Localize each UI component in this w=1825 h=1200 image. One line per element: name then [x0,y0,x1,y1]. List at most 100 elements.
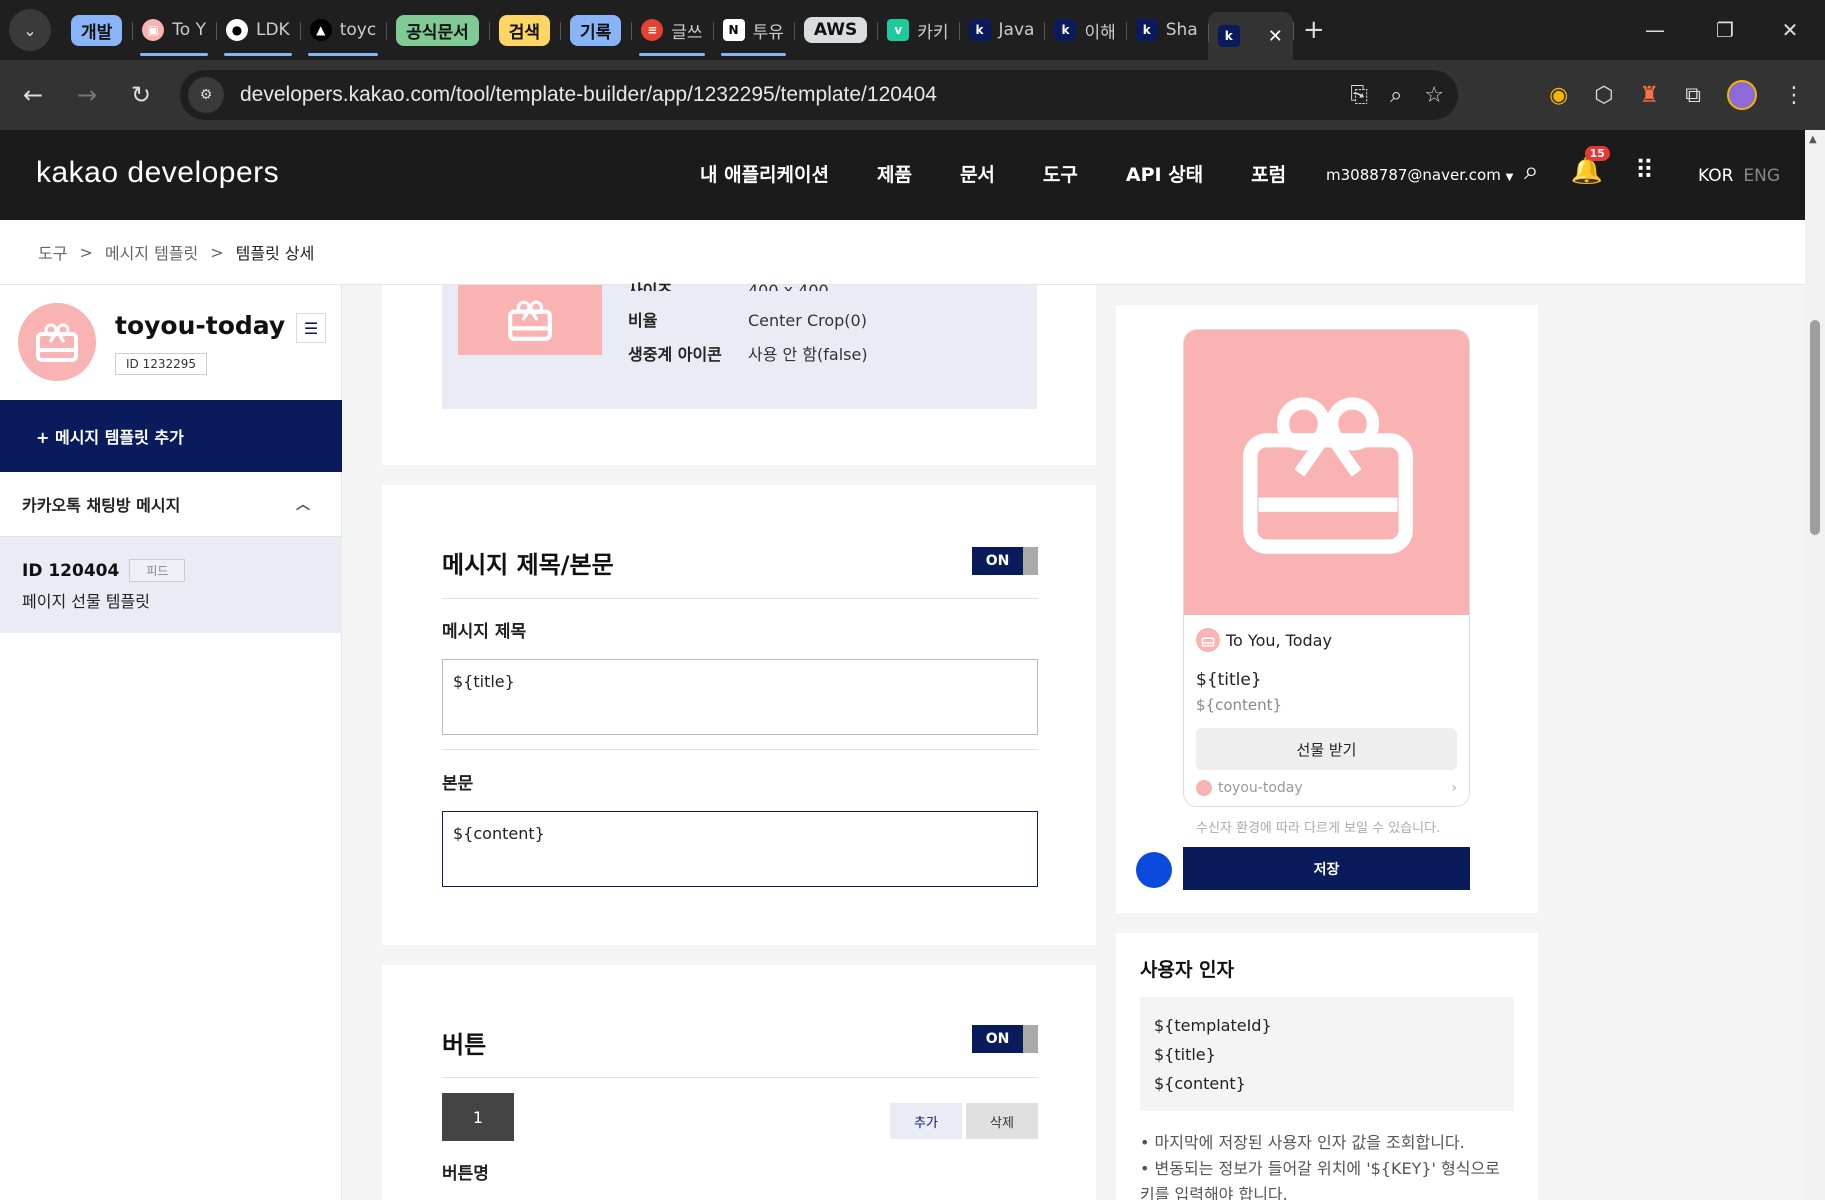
info-row-ratio: 비율 Center Crop(0) [628,311,867,330]
tab-strip: 개발 ▣ To Y ● LDK ▲ toyc 공식문서 검색 기록 ≡ 글쓰 N 투유 A… [61,0,1335,60]
sidebar: toyou-today ID 1232295 ☰ + 메시지 템플릿 추가 카카… [0,285,342,1200]
scroll-up-icon[interactable]: ▲ [1809,134,1817,145]
k-icon: k [1054,19,1077,41]
button-tab-1[interactable]: 1 [442,1093,514,1141]
restore-icon[interactable]: ❐ [1690,0,1760,60]
reload-icon[interactable]: ↻ [114,81,168,109]
lang-eng[interactable]: ENG [1743,166,1780,186]
tab-ldk[interactable]: ● LDK [215,10,300,56]
nav-docs[interactable]: 문서 [960,160,995,187]
new-tab-icon[interactable]: + [1292,10,1335,50]
breadcrumb: 도구 > 메시지 템플릿 > 템플릿 상세 [0,220,1805,285]
back-icon[interactable]: ← [6,81,60,109]
bookmark-star-icon[interactable]: ☆ [1424,83,1444,108]
user-arguments-title: 사용자 인자 [1140,959,1235,981]
lang-kor[interactable]: KOR [1698,166,1733,186]
preview-content: ${content} [1196,696,1283,714]
tab-group-aws[interactable]: AWS [793,10,877,50]
template-type-tag: 피드 [129,559,186,582]
tab-active[interactable]: k ✕ [1207,12,1293,60]
tab-group-records[interactable]: 기록 [560,10,631,50]
nav-forum[interactable]: 포럼 [1251,160,1286,187]
search-icon[interactable]: ⌕ [1524,156,1539,187]
app-mini-avatar [1196,780,1212,796]
tab-notion[interactable]: N 투유 [712,10,794,56]
translate-icon[interactable]: ⎘ [1350,83,1368,108]
chevron-right-icon: › [1451,780,1457,796]
tab-group-docs[interactable]: 공식문서 [386,10,489,50]
message-toggle[interactable]: ON [972,547,1038,575]
tab-kaki[interactable]: v 카키 [877,10,958,50]
gift-icon [508,300,552,341]
preview-footer[interactable]: toyou-today › [1196,780,1457,796]
category-kakaotalk-chat[interactable]: 카카오톡 채팅방 메시지 ︿ [0,472,342,537]
message-title-label: 메시지 제목 [442,622,527,642]
template-name: 페이지 선물 템플릿 [22,592,150,611]
bell-icon[interactable]: 🔔 15 [1571,146,1610,187]
omnibox[interactable]: ⚙ developers.kakao.com/tool/template-bui… [180,70,1458,120]
profile-avatar[interactable] [1727,80,1757,110]
color-picker-extension-icon[interactable]: ◉ [1549,83,1568,108]
vercel-icon: ▲ [309,19,332,41]
k-icon: k [1135,19,1158,41]
forward-icon[interactable]: → [60,81,114,109]
site-settings-icon[interactable]: ⚙ [188,77,224,113]
add-button[interactable]: 추가 [890,1103,962,1139]
tab-java[interactable]: k Java [958,10,1045,50]
nav-products[interactable]: 제품 [877,160,912,187]
argument-note: 키를 입력해야 합니다. [1140,1185,1288,1200]
close-tab-icon[interactable]: ✕ [1268,26,1283,47]
github-icon: ● [225,19,248,41]
k-icon: k [1217,25,1240,47]
nav-api-status[interactable]: API 상태 [1126,160,1203,187]
tab-sha[interactable]: k Sha [1125,10,1208,50]
preview-title: ${title} [1196,670,1262,690]
message-title-input[interactable]: ${title} [442,659,1038,735]
zoom-icon[interactable]: ⌕ [1390,83,1402,108]
todoist-icon: ≡ [641,19,664,41]
tab-group-search[interactable]: 검색 [488,10,560,50]
page-scrollbar[interactable]: ▲ [1805,130,1825,1200]
tab-search-icon[interactable]: ⌄ [9,9,51,51]
tab-ihae[interactable]: k 이해 [1044,10,1125,50]
scrollbar-thumb[interactable] [1810,320,1820,535]
floating-action-icon[interactable] [1136,852,1172,888]
tab-toyc[interactable]: ▲ toyc [299,10,386,56]
browser-menu-icon[interactable]: ⋮ [1783,83,1805,108]
k-icon: k [968,19,991,41]
save-button[interactable]: 저장 [1183,847,1470,890]
apps-grid-icon[interactable]: ⠿ [1635,156,1654,187]
nav-tools[interactable]: 도구 [1043,160,1078,187]
kakao-developers-logo[interactable]: kakao developers [36,156,279,190]
app-id: ID 1232295 [115,353,208,375]
tab-group-dev[interactable]: 개발 [61,10,132,50]
preview-gift-button[interactable]: 선물 받기 [1196,728,1457,770]
breadcrumb-message-template[interactable]: 메시지 템플릿 [105,240,198,264]
list-icon[interactable]: ☰ [296,313,326,343]
header-icons: ⌕ 🔔 15 ⠿ [1524,146,1654,187]
close-window-icon[interactable]: ✕ [1755,0,1825,60]
delete-button[interactable]: 삭제 [966,1103,1038,1139]
template-list-item[interactable]: ID 120404 피드 페이지 선물 템플릿 [0,537,342,633]
address-bar: ← → ↻ ⚙ developers.kakao.com/tool/templa… [0,60,1825,130]
image-thumbnail[interactable] [458,285,602,355]
nav-my-apps[interactable]: 내 애플리케이션 [700,160,829,187]
app-mini-avatar [1196,628,1220,652]
minimize-icon[interactable]: — [1620,0,1690,60]
message-title-body-card: 메시지 제목/본문 ON 메시지 제목 ${title} 본문 ${conten… [382,485,1096,945]
gift-icon [1242,396,1413,554]
user-arguments-card: 사용자 인자 ${templateId} ${title} ${content}… [1116,933,1538,1200]
url-text[interactable]: developers.kakao.com/tool/template-build… [240,83,937,107]
extensions-puzzle-icon[interactable]: ⧉ [1685,83,1701,108]
add-template-button[interactable]: + 메시지 템플릿 추가 [0,400,342,472]
message-preview: To You, Today ${title} ${content} 선물 받기 … [1183,329,1470,807]
button-toggle[interactable]: ON [972,1025,1038,1053]
breadcrumb-tools[interactable]: 도구 [38,240,67,264]
lighthouse-extension-icon[interactable]: ♜ [1640,83,1660,108]
account-menu[interactable]: m3088787@naver.com ▼ [1326,166,1513,184]
argument-note: • 변동되는 정보가 들어갈 위치에 '${KEY}' 형식으로 [1140,1159,1500,1178]
body-input[interactable]: ${content} [442,811,1038,887]
tab-toyou[interactable]: ▣ To Y [132,10,216,56]
tab-writing[interactable]: ≡ 글쓰 [631,10,712,56]
shield-extension-icon[interactable]: ⬡ [1594,83,1613,108]
